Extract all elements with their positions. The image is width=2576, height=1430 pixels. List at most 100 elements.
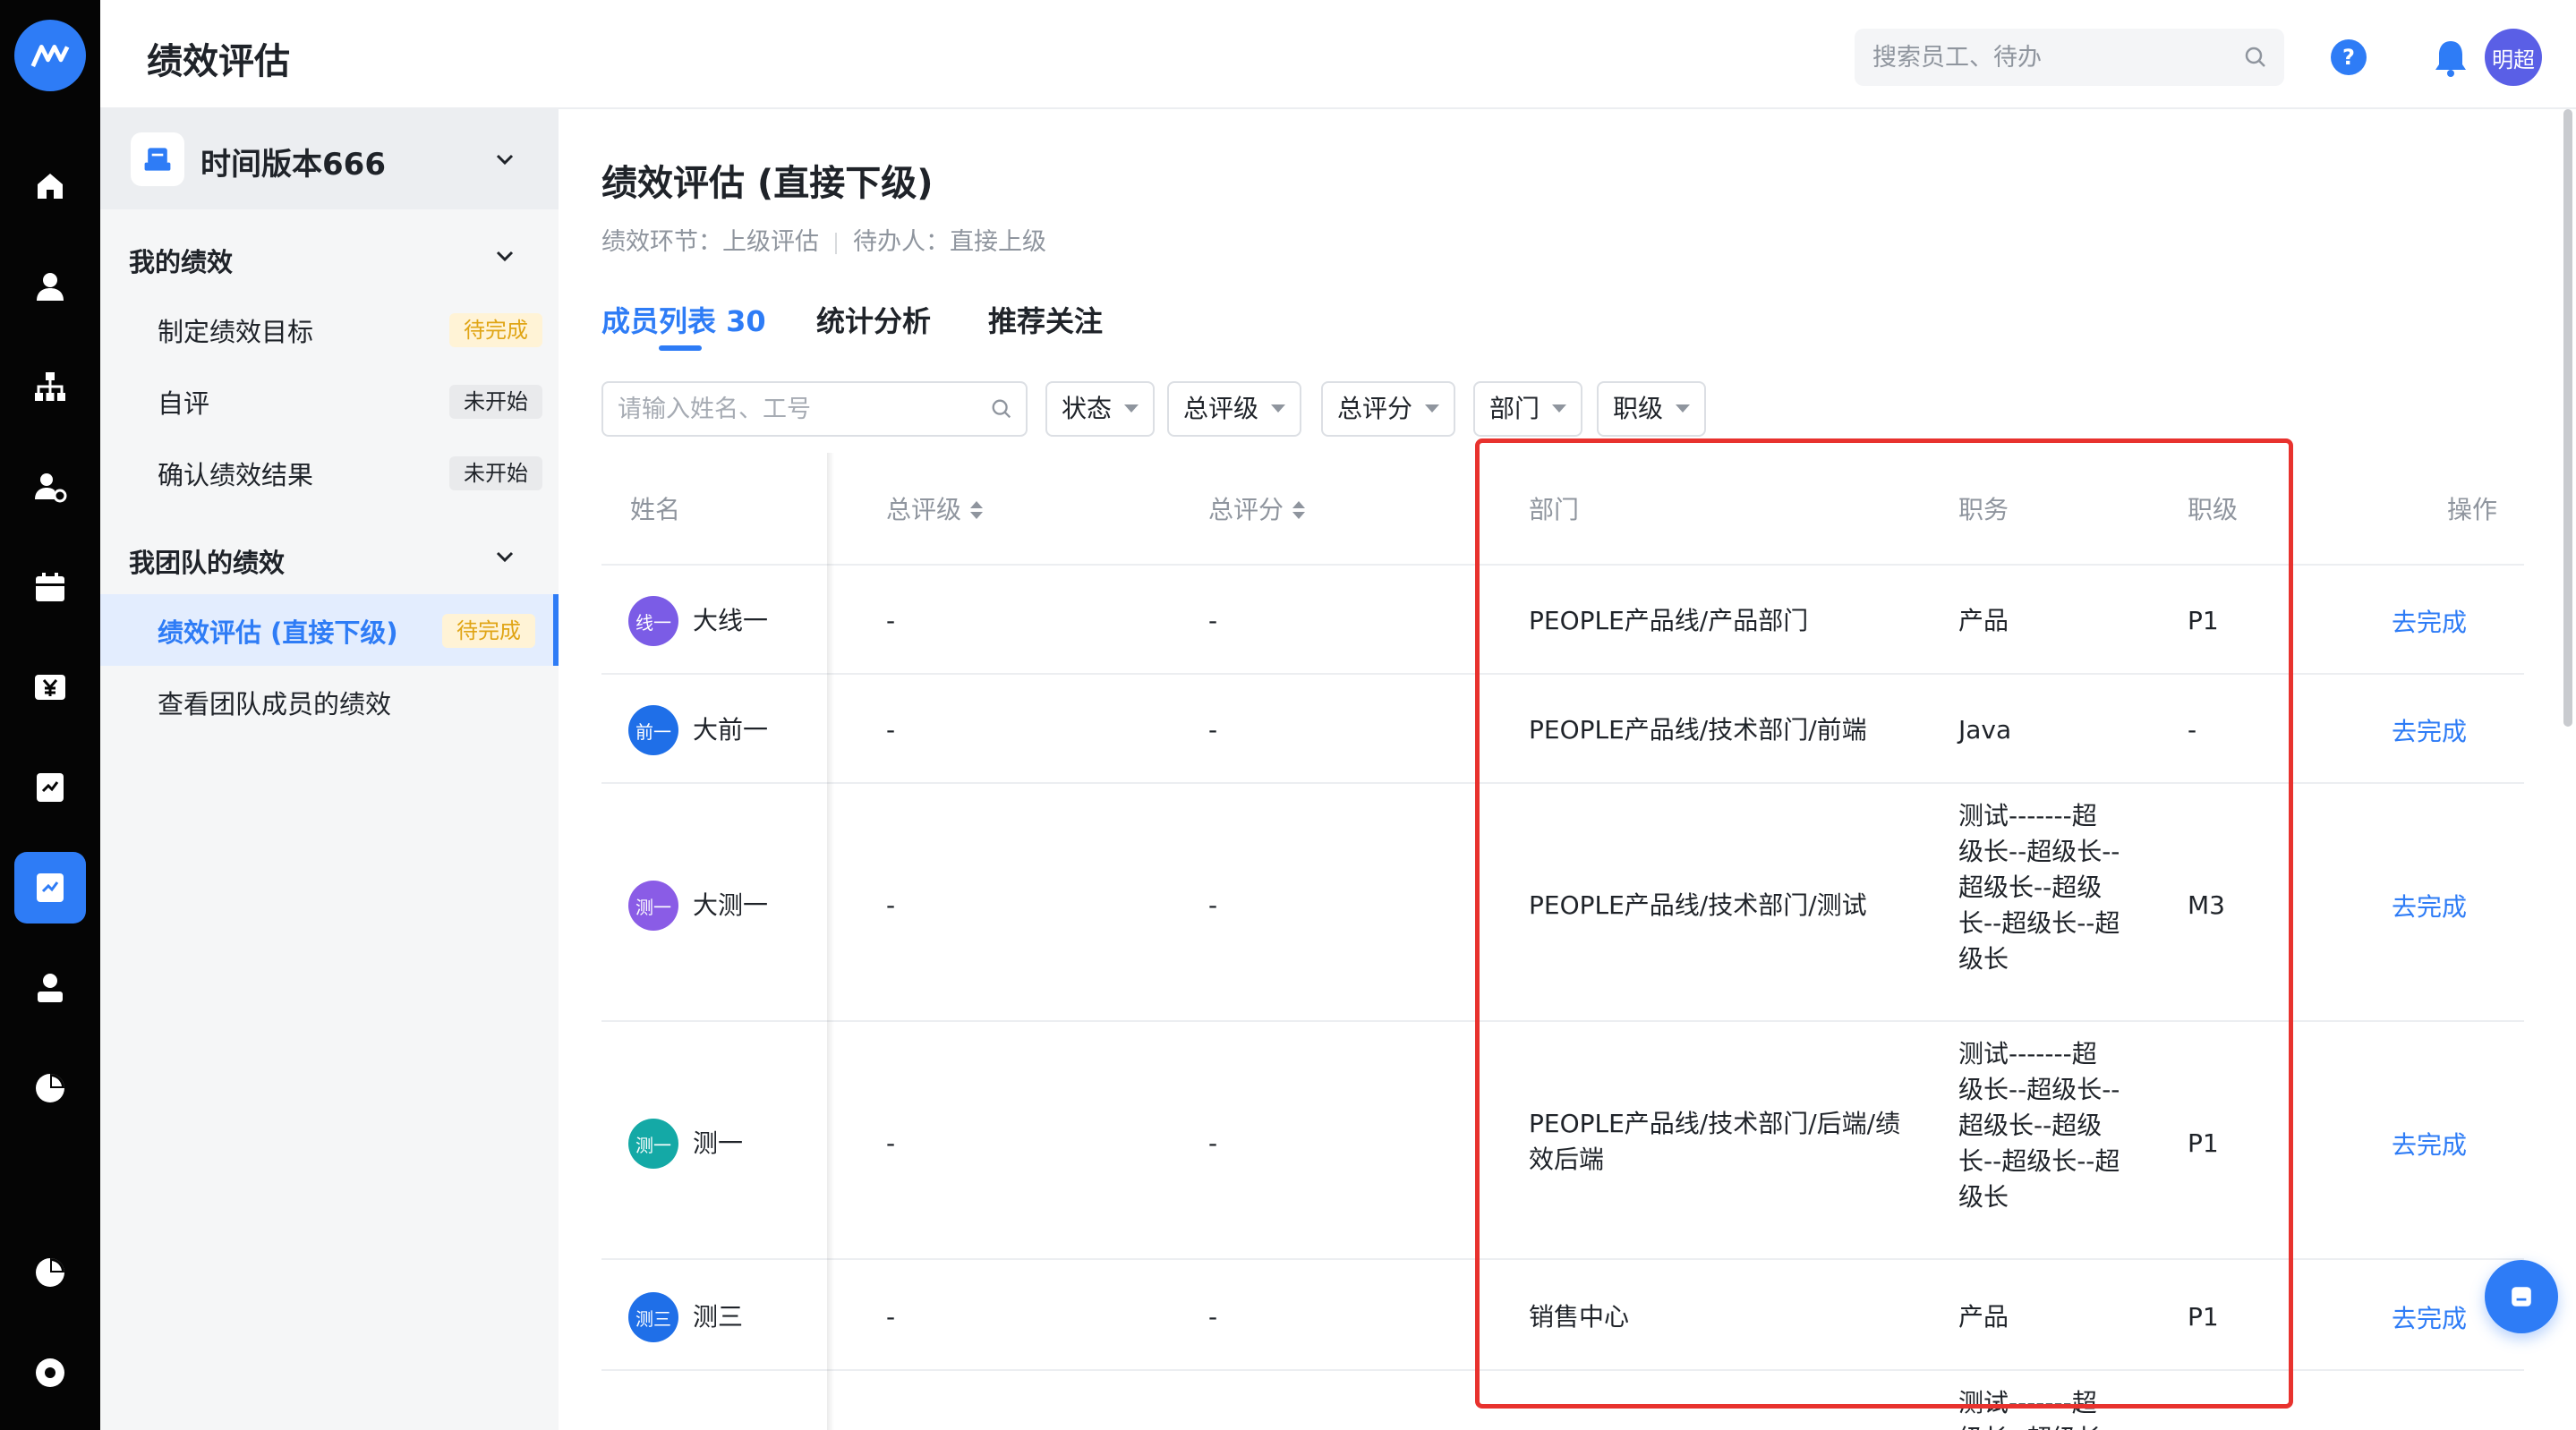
cell-score: -	[1208, 890, 1218, 920]
version-name: 时间版本666	[200, 147, 386, 183]
col-header-level: 职级	[2188, 495, 2239, 524]
version-selector[interactable]: 时间版本666	[100, 109, 559, 209]
sidebar-item-label: 绩效评估 (直接下级)	[158, 617, 398, 648]
cell-position: 测试-------超 级长--超级长-- 超级长--超级 长--超级长--超 级…	[1958, 801, 2120, 974]
tab-statistics[interactable]: 统计分析	[816, 299, 931, 340]
filter-label: 部门	[1489, 394, 1540, 423]
col-header-label: 总评级	[886, 495, 962, 524]
col-header-name: 姓名	[630, 495, 681, 524]
cell-dept: PEOPLE产品线/技术部门/后端/绩 效后端	[1529, 1109, 1901, 1174]
sidebar-item-confirm-results[interactable]: 确认绩效结果 未开始	[100, 437, 559, 508]
member-table: 姓名 总评级 总评分 部门 职务 职级 操作 线一 大线一 - - PEOPLE…	[601, 453, 2524, 1430]
user-avatar[interactable]: 明超	[2485, 29, 2542, 86]
cell-score: -	[1208, 715, 1218, 745]
cell-name: 测一	[693, 1128, 744, 1158]
cell-score: -	[1208, 1302, 1218, 1332]
caret-down-icon	[1425, 404, 1440, 413]
report-icon[interactable]	[14, 1237, 86, 1308]
complete-link[interactable]: 去完成	[2392, 603, 2467, 639]
cell-position: 产品	[1958, 1302, 2009, 1332]
chevron-down-icon[interactable]	[492, 243, 517, 268]
filter-rating[interactable]: 总评级	[1167, 381, 1302, 437]
filter-status[interactable]: 状态	[1045, 381, 1156, 437]
sidebar-item-label: 制定绩效目标	[158, 317, 314, 347]
member-search-input[interactable]	[618, 383, 976, 435]
cell-score: -	[1208, 1128, 1218, 1158]
sidebar-item-team-members[interactable]: 查看团队成员的绩效	[100, 666, 559, 737]
caret-down-icon	[1676, 404, 1691, 413]
search-icon[interactable]	[2243, 45, 2268, 70]
pie-chart-icon[interactable]	[14, 1052, 86, 1124]
col-header-rating[interactable]: 总评级	[886, 490, 984, 526]
user-settings-icon[interactable]	[14, 451, 86, 523]
cell-level: P1	[2188, 606, 2219, 635]
cell-level: -	[2188, 715, 2197, 745]
page-title: 绩效评估 (直接下级)	[601, 163, 934, 204]
cell-level: P1	[2188, 1128, 2219, 1158]
sidebar-item-team-review[interactable]: 绩效评估 (直接下级) 待完成	[100, 594, 559, 666]
tab-recommended[interactable]: 推荐关注	[988, 299, 1103, 340]
member-search[interactable]	[601, 381, 1028, 437]
cell-dept: 销售中心	[1529, 1302, 1630, 1332]
help-icon[interactable]: ?	[2331, 39, 2367, 75]
cell-rating: -	[886, 1128, 896, 1158]
page-scrollbar[interactable]	[2563, 109, 2572, 727]
row-divider	[601, 1020, 2524, 1022]
complete-link[interactable]: 去完成	[2392, 888, 2467, 924]
logo-icon[interactable]	[14, 20, 86, 91]
avatar: 线一	[628, 596, 678, 646]
row-divider	[601, 1369, 2524, 1371]
cell-rating: -	[886, 715, 896, 745]
complete-link[interactable]: 去完成	[2392, 712, 2467, 748]
bell-icon[interactable]	[2431, 38, 2470, 79]
chevron-down-icon[interactable]	[492, 147, 517, 172]
org-chart-icon[interactable]	[14, 351, 86, 422]
complete-link[interactable]: 去完成	[2392, 1126, 2467, 1162]
float-chat-button[interactable]	[2485, 1260, 2558, 1333]
search-icon[interactable]	[990, 397, 1013, 421]
top-bar: 绩效评估 ? 明超	[100, 0, 2576, 109]
filter-department[interactable]: 部门	[1473, 381, 1583, 437]
sidebar-item-label: 确认绩效结果	[158, 460, 314, 490]
avatar: 测一	[628, 1119, 678, 1169]
col-header-dept: 部门	[1529, 495, 1580, 524]
settings-icon[interactable]	[14, 1337, 86, 1409]
row-divider	[601, 564, 2524, 566]
sidebar: 时间版本666 我的绩效 制定绩效目标 待完成 自评 未开始 确认绩效结果 未开…	[100, 109, 559, 1430]
sort-icon[interactable]	[970, 501, 984, 521]
filter-label: 总评分	[1337, 394, 1413, 423]
filter-score[interactable]: 总评分	[1321, 381, 1456, 437]
row-divider	[601, 1258, 2524, 1260]
filter-level[interactable]: 职级	[1597, 381, 1707, 437]
col-header-action: 操作	[2447, 495, 2498, 524]
cell-name: 大测一	[693, 890, 769, 920]
sort-icon[interactable]	[1292, 501, 1306, 521]
status-badge: 未开始	[449, 456, 542, 490]
caret-down-icon	[1552, 404, 1567, 413]
complete-link[interactable]: 去完成	[2392, 1299, 2467, 1335]
row-divider	[601, 673, 2524, 675]
chevron-down-icon[interactable]	[492, 544, 517, 569]
salary-icon[interactable]	[14, 651, 86, 723]
col-header-score[interactable]: 总评分	[1208, 490, 1306, 526]
performance-icon[interactable]	[14, 752, 86, 823]
avatar: 测三	[628, 1292, 678, 1342]
group-my-performance[interactable]: 我的绩效	[129, 242, 233, 279]
home-icon[interactable]	[14, 150, 86, 222]
cell-level: P1	[2188, 1302, 2219, 1332]
col-header-position: 职务	[1958, 495, 2009, 524]
group-team-performance[interactable]: 我团队的绩效	[129, 542, 285, 580]
global-search[interactable]	[1855, 29, 2284, 86]
cell-position: 产品	[1958, 606, 2009, 635]
global-search-input[interactable]	[1872, 29, 2231, 86]
tab-member-list[interactable]: 成员列表 30	[601, 299, 766, 340]
main-content: 绩效评估 (直接下级) 绩效环节：上级评估 待办人：直接上级 成员列表 30 统计…	[559, 109, 2576, 1430]
profile-icon[interactable]	[14, 952, 86, 1024]
user-icon[interactable]	[14, 251, 86, 322]
cell-rating: -	[886, 1302, 896, 1332]
performance-active-icon[interactable]	[14, 852, 86, 924]
calendar-icon[interactable]	[14, 551, 86, 623]
tab-active-indicator	[659, 345, 702, 351]
sidebar-item-set-goals[interactable]: 制定绩效目标 待完成	[100, 294, 559, 365]
sidebar-item-self-review[interactable]: 自评 未开始	[100, 365, 559, 437]
